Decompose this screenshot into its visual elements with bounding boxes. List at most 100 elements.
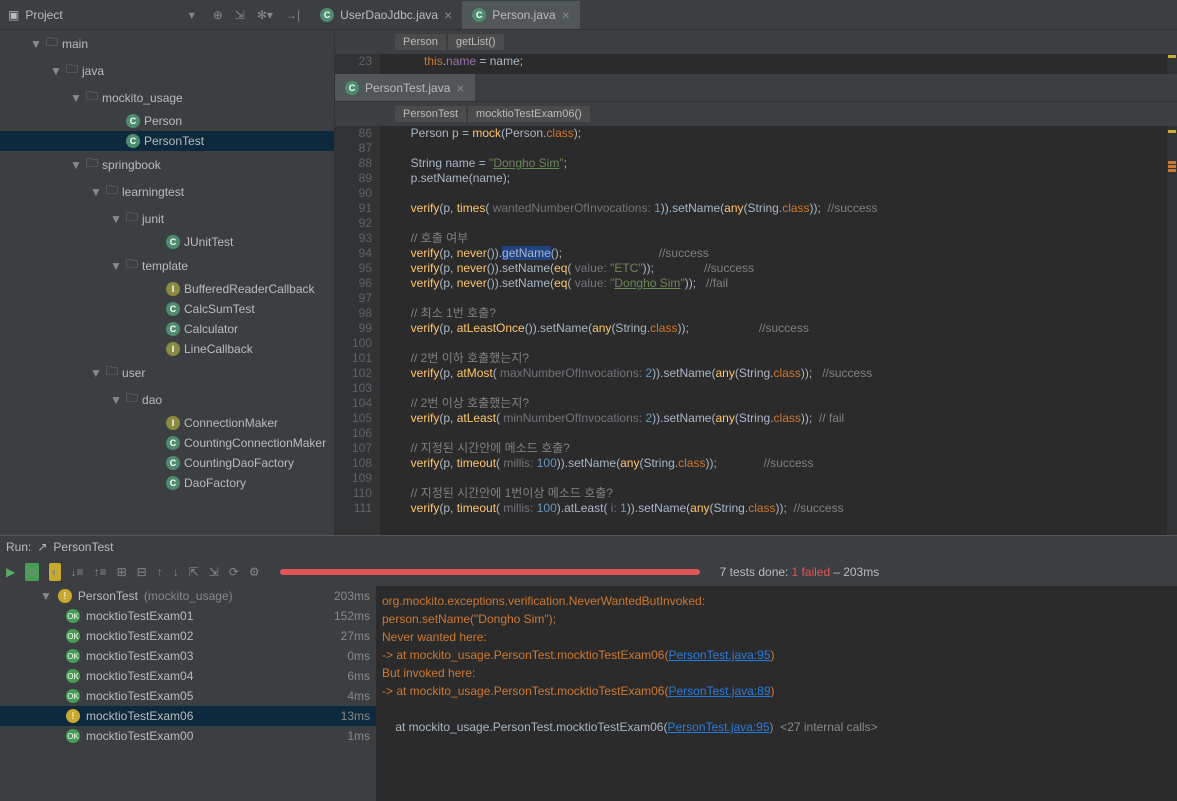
stacktrace-link[interactable]: PersonTest.java:89 [668, 684, 770, 698]
tree-item[interactable]: CJUnitTest [0, 232, 334, 252]
run-toolbar: ▶ ⊙ ◐ ↓≡ ↑≡ ⊞ ⊟ ↑ ↓ ⇱ ⇲ ⟳ ⚙ 7 tests done… [0, 558, 1177, 586]
project-label: Project [25, 8, 62, 22]
class-icon: C [166, 436, 180, 450]
interface-icon: I [166, 342, 180, 356]
interface-icon: I [166, 282, 180, 296]
tree-item[interactable]: IConnectionMaker [0, 413, 334, 433]
tree-arrow-icon[interactable]: ▼ [50, 64, 62, 78]
tree-item[interactable]: ▼🗀java [0, 57, 334, 84]
tree-arrow-icon[interactable]: ▼ [30, 37, 42, 51]
project-tree[interactable]: ▼🗀main▼🗀java▼🗀mockito_usageCPersonCPerso… [0, 30, 335, 535]
class-icon: C [166, 302, 180, 316]
editor-tabs: CUserDaoJdbc.java×CPerson.java× [310, 1, 1177, 29]
tree-arrow-icon[interactable]: ▼ [90, 366, 102, 380]
collapse-icon[interactable]: ⇲ [235, 8, 245, 22]
run-label: Run: [6, 540, 31, 554]
rerun-icon[interactable]: ▶ [6, 565, 15, 579]
tree-item[interactable]: ▼🗀dao [0, 386, 334, 413]
tree-arrow-icon[interactable]: ▼ [110, 393, 122, 407]
expand-icon[interactable]: ⊞ [117, 565, 127, 579]
test-suite[interactable]: ▼!PersonTest (mockito_usage)203ms [0, 586, 376, 606]
warn-icon: ! [66, 709, 80, 723]
test-item[interactable]: OKmocktioTestExam01152ms [0, 606, 376, 626]
tree-arrow-icon[interactable]: ▼ [70, 158, 82, 172]
tree-arrow-icon[interactable]: ▼ [110, 259, 122, 273]
tree-item[interactable]: CCountingDaoFactory [0, 453, 334, 473]
close-icon[interactable]: × [444, 7, 452, 23]
tree-item[interactable]: CCalcSumTest [0, 299, 334, 319]
down-icon[interactable]: ↓ [173, 565, 179, 579]
settings-icon[interactable]: ✻▾ [257, 8, 273, 22]
package-icon: 🗀 [106, 362, 118, 383]
toggle2-icon[interactable]: ◐ [49, 563, 60, 581]
close-icon[interactable]: × [562, 7, 570, 23]
console-output[interactable]: org.mockito.exceptions.verification.Neve… [376, 586, 1177, 801]
class-icon: C [345, 81, 359, 95]
tree-arrow-icon[interactable]: ▼ [70, 91, 82, 105]
package-icon: 🗀 [106, 181, 118, 202]
sort-icon[interactable]: ↓≡ [71, 565, 84, 579]
breadcrumb-top: PersongetList() [335, 30, 1177, 54]
tree-arrow-icon[interactable]: ▼ [110, 212, 122, 226]
package-icon: 🗀 [126, 255, 138, 276]
tree-item[interactable]: ILineCallback [0, 339, 334, 359]
tree-item[interactable]: CCountingConnectionMaker [0, 433, 334, 453]
editor-tab[interactable]: CUserDaoJdbc.java× [310, 1, 462, 29]
test-tree[interactable]: ▼!PersonTest (mockito_usage)203msOKmockt… [0, 586, 376, 801]
code-main[interactable]: Person p = mock(Person.class); String na… [380, 126, 1167, 535]
editor-area: PersongetList() 23 this.name = name; CPe… [335, 30, 1177, 535]
tree-item[interactable]: ▼🗀learningtest [0, 178, 334, 205]
tree-item[interactable]: ▼🗀template [0, 252, 334, 279]
tree-item[interactable]: IBufferedReaderCallback [0, 279, 334, 299]
code-top[interactable]: this.name = name; [380, 54, 1167, 74]
test-item[interactable]: OKmocktioTestExam0227ms [0, 626, 376, 646]
tree-item[interactable]: ▼🗀springbook [0, 151, 334, 178]
close-icon[interactable]: × [456, 80, 464, 96]
tree-item[interactable]: CDaoFactory [0, 473, 334, 493]
import-icon[interactable]: ⇲ [209, 565, 219, 579]
breadcrumb-item[interactable]: mocktioTestExam06() [468, 106, 590, 122]
class-icon: C [472, 8, 486, 22]
run-config: PersonTest [53, 540, 113, 554]
breadcrumb-item[interactable]: Person [395, 34, 446, 50]
sub-tab[interactable]: CPersonTest.java× [335, 74, 475, 101]
stacktrace-link[interactable]: PersonTest.java:95 [668, 648, 770, 662]
history-icon[interactable]: ⟳ [229, 565, 239, 579]
editor-tab[interactable]: CPerson.java× [462, 1, 580, 29]
breadcrumb-item[interactable]: getList() [448, 34, 504, 50]
ok-icon: OK [66, 629, 80, 643]
toolbar-icons: ⊕ ⇲ ✻▾ →| [203, 8, 310, 22]
stacktrace-link[interactable]: PersonTest.java:95 [667, 720, 769, 734]
folder-icon: 🗀 [46, 33, 58, 54]
gutter: 23 [335, 54, 380, 74]
tree-item[interactable]: ▼🗀mockito_usage [0, 84, 334, 111]
collapse-icon[interactable]: ⊟ [137, 565, 147, 579]
package-icon: 🗀 [126, 389, 138, 410]
ok-icon: OK [66, 649, 80, 663]
tree-item[interactable]: ▼🗀user [0, 359, 334, 386]
dropdown-arrow-icon[interactable]: ▾ [189, 8, 195, 22]
test-item[interactable]: !mocktioTestExam0613ms [0, 706, 376, 726]
up-icon[interactable]: ↑ [157, 565, 163, 579]
target-icon[interactable]: ⊕ [213, 8, 223, 22]
tree-arrow-icon[interactable]: ▼ [90, 185, 102, 199]
hide-icon[interactable]: →| [285, 8, 300, 22]
test-item[interactable]: OKmocktioTestExam046ms [0, 666, 376, 686]
tree-item[interactable]: ▼🗀main [0, 30, 334, 57]
gutter-main: 8687888990919293949596979899100101102103… [335, 126, 380, 535]
toggle-icon[interactable]: ⊙ [25, 563, 39, 581]
test-item[interactable]: OKmocktioTestExam054ms [0, 686, 376, 706]
sub-tabs: CPersonTest.java× [335, 74, 1177, 102]
tree-item[interactable]: CCalculator [0, 319, 334, 339]
tree-item[interactable]: CPersonTest [0, 131, 334, 151]
test-item[interactable]: OKmocktioTestExam001ms [0, 726, 376, 746]
project-panel-title[interactable]: ▣ Project ▾ [0, 8, 203, 22]
sort2-icon[interactable]: ↑≡ [94, 565, 107, 579]
gear-icon[interactable]: ⚙ [249, 565, 260, 579]
tree-item[interactable]: ▼🗀junit [0, 205, 334, 232]
folder-icon: 🗀 [66, 60, 78, 81]
tree-item[interactable]: CPerson [0, 111, 334, 131]
breadcrumb-item[interactable]: PersonTest [395, 106, 466, 122]
export-icon[interactable]: ⇱ [189, 565, 199, 579]
test-item[interactable]: OKmocktioTestExam030ms [0, 646, 376, 666]
